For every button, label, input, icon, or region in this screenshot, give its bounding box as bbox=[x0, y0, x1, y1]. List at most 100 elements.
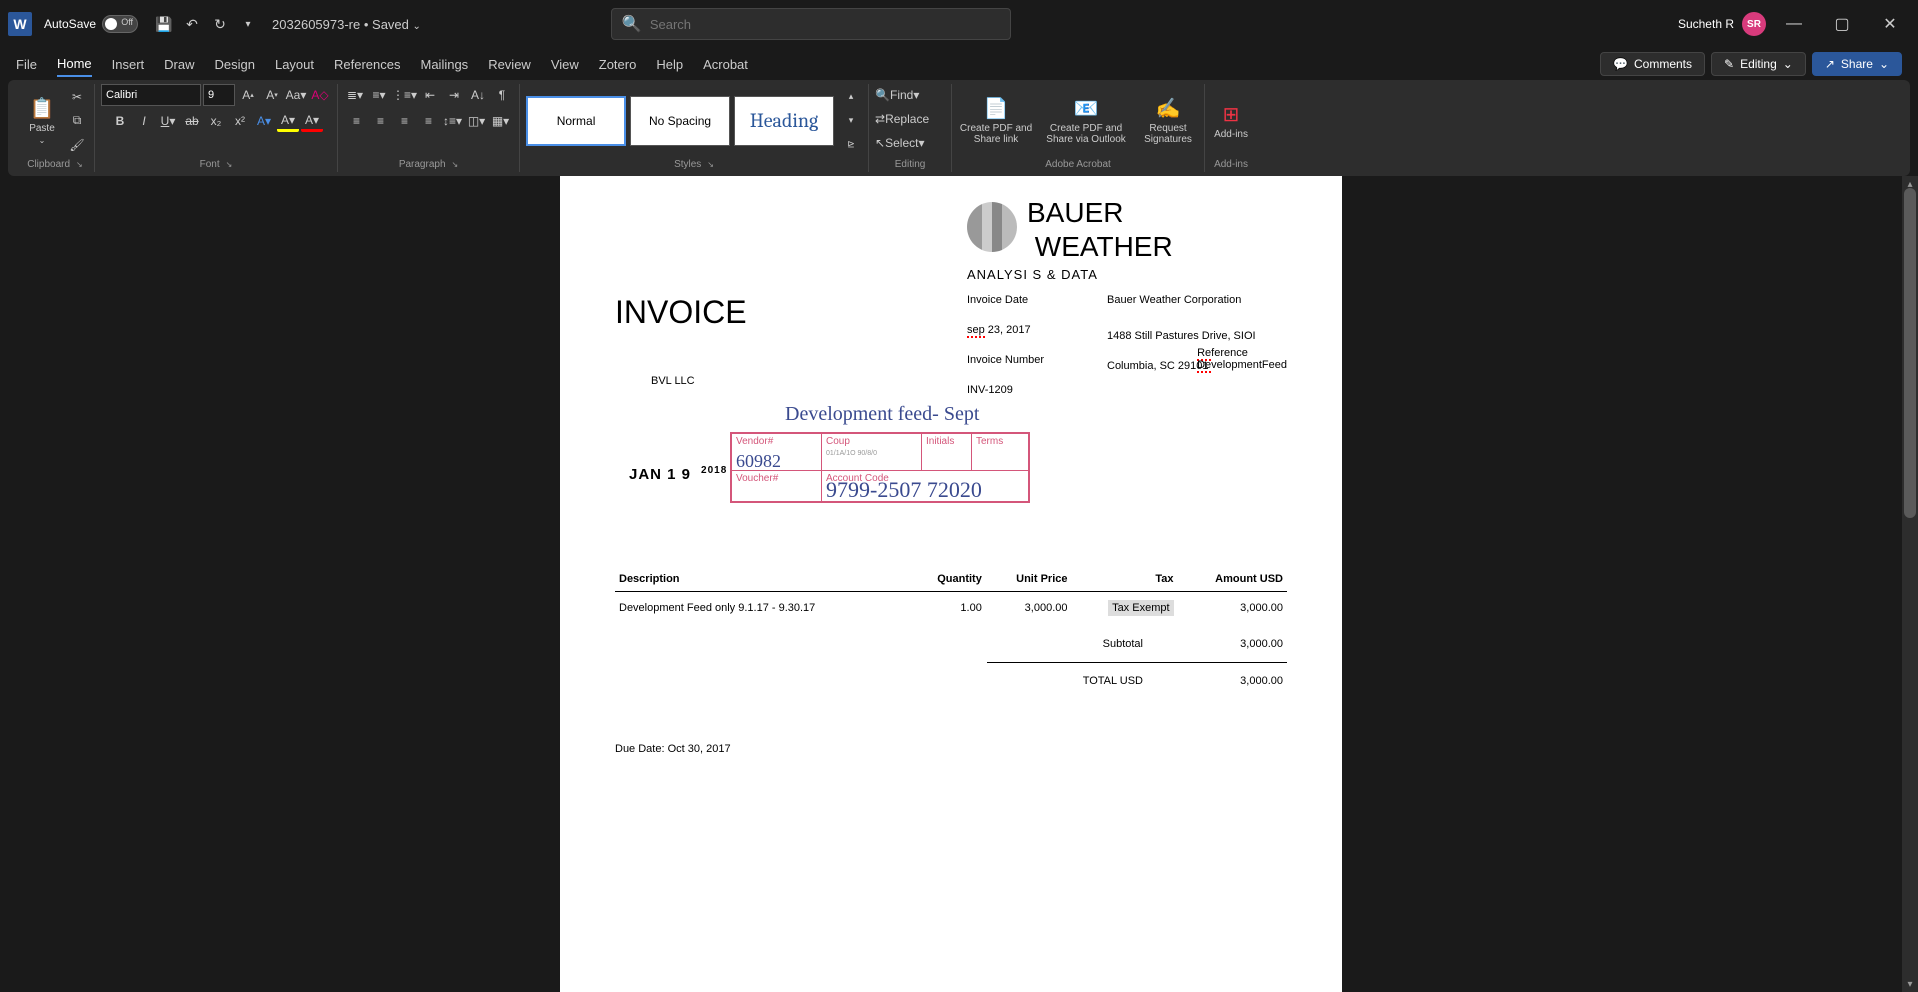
ribbon-group-clipboard: 📋Paste⌄ ✂ ⧉ 🖌 Clipboard↘ bbox=[16, 84, 95, 172]
tab-design[interactable]: Design bbox=[215, 53, 255, 76]
close-button[interactable]: ✕ bbox=[1870, 8, 1910, 40]
cut-icon[interactable]: ✂ bbox=[66, 86, 88, 108]
increase-indent-icon[interactable]: ⇥ bbox=[443, 84, 465, 106]
autosave-toggle[interactable]: Off bbox=[102, 15, 138, 33]
share-outlook-button[interactable]: 📧Create PDF and Share via Outlook bbox=[1038, 89, 1134, 153]
document-name[interactable]: 2032605973-re • Saved ⌄ bbox=[272, 17, 421, 32]
font-size-select[interactable] bbox=[203, 84, 235, 106]
ribbon-group-paragraph: ≣▾ ≡▾ ⋮≡▾ ⇤ ⇥ A↓ ¶ ≡ ≡ ≡ ≡ ↕≡▾ ◫▾ ▦▾ Par… bbox=[338, 84, 520, 172]
scroll-thumb[interactable] bbox=[1904, 188, 1916, 518]
sort-icon[interactable]: A↓ bbox=[467, 84, 489, 106]
tab-mailings[interactable]: Mailings bbox=[421, 53, 469, 76]
redo-icon[interactable]: ↻ bbox=[206, 10, 234, 38]
multilevel-icon[interactable]: ⋮≡▾ bbox=[392, 84, 417, 106]
change-case-icon[interactable]: Aa▾ bbox=[285, 84, 307, 106]
numbering-icon[interactable]: ≡▾ bbox=[368, 84, 390, 106]
tab-zotero[interactable]: Zotero bbox=[599, 53, 637, 76]
paste-button[interactable]: 📋Paste⌄ bbox=[22, 89, 62, 153]
align-center-icon[interactable]: ≡ bbox=[370, 110, 392, 132]
format-painter-icon[interactable]: 🖌 bbox=[66, 134, 88, 156]
maximize-button[interactable]: ▢ bbox=[1822, 8, 1862, 40]
styles-launcher[interactable]: ↘ bbox=[707, 160, 714, 169]
styles-more-icon[interactable]: ⊵ bbox=[840, 134, 862, 156]
share-button[interactable]: ↗ Share ⌄ bbox=[1812, 52, 1902, 76]
bullets-icon[interactable]: ≣▾ bbox=[344, 84, 366, 106]
autosave-label: AutoSave bbox=[44, 17, 96, 31]
undo-icon[interactable]: ↶ bbox=[178, 10, 206, 38]
minimize-button[interactable]: — bbox=[1774, 8, 1814, 40]
editing-mode-button[interactable]: ✎ Editing ⌄ bbox=[1711, 52, 1806, 76]
th-tax: Tax bbox=[1072, 567, 1178, 592]
search-input[interactable] bbox=[650, 17, 1000, 32]
total-row: TOTAL USD 3,000.00 bbox=[615, 669, 1287, 693]
request-signatures-button[interactable]: ✍Request Signatures bbox=[1138, 89, 1198, 153]
handwriting-note: Development feed- Sept bbox=[785, 403, 979, 426]
text-effects-icon[interactable]: A▾ bbox=[253, 110, 275, 132]
qat-customize-icon[interactable]: ▾ bbox=[234, 10, 262, 38]
line-spacing-icon[interactable]: ↕≡▾ bbox=[442, 110, 464, 132]
document-area[interactable]: BAUER WEATHER ANALYSI S & DATA Invoice D… bbox=[0, 176, 1902, 992]
grow-font-icon[interactable]: A▴ bbox=[237, 84, 259, 106]
user-avatar[interactable]: SR bbox=[1742, 12, 1766, 36]
tab-view[interactable]: View bbox=[551, 53, 579, 76]
tab-references[interactable]: References bbox=[334, 53, 400, 76]
tab-home[interactable]: Home bbox=[57, 52, 92, 77]
align-left-icon[interactable]: ≡ bbox=[346, 110, 368, 132]
ribbon-group-font: A▴ A▾ Aa▾ A◇ B I U▾ ab x₂ x² A▾ A▾ A▾ Fo… bbox=[95, 84, 338, 172]
tab-layout[interactable]: Layout bbox=[275, 53, 314, 76]
show-marks-icon[interactable]: ¶ bbox=[491, 84, 513, 106]
addins-button[interactable]: ⊞Add-ins bbox=[1211, 89, 1251, 153]
decrease-indent-icon[interactable]: ⇤ bbox=[419, 84, 441, 106]
titlebar: W AutoSave Off 💾 ↶ ↻ ▾ 2032605973-re • S… bbox=[0, 0, 1918, 48]
underline-icon[interactable]: U▾ bbox=[157, 110, 179, 132]
ribbon-group-styles: Normal No Spacing Heading ▴ ▾ ⊵ Styles↘ bbox=[520, 84, 869, 172]
shrink-font-icon[interactable]: A▾ bbox=[261, 84, 283, 106]
style-heading[interactable]: Heading bbox=[734, 96, 834, 146]
highlight-icon[interactable]: A▾ bbox=[277, 110, 299, 132]
tab-acrobat[interactable]: Acrobat bbox=[703, 53, 748, 76]
vertical-scrollbar[interactable]: ▴ ▾ bbox=[1902, 176, 1918, 992]
strikethrough-icon[interactable]: ab bbox=[181, 110, 203, 132]
search-box[interactable]: 🔍 bbox=[611, 8, 1011, 40]
clear-format-icon[interactable]: A◇ bbox=[309, 84, 331, 106]
italic-icon[interactable]: I bbox=[133, 110, 155, 132]
tab-file[interactable]: File bbox=[16, 53, 37, 76]
subscript-icon[interactable]: x₂ bbox=[205, 110, 227, 132]
copy-icon[interactable]: ⧉ bbox=[66, 110, 88, 132]
save-icon[interactable]: 💾 bbox=[150, 10, 178, 38]
create-pdf-button[interactable]: 📄Create PDF and Share link bbox=[958, 89, 1034, 153]
stamp-area: Reference DevelopmentFeed JAN 1 9 2018 D… bbox=[615, 407, 1287, 527]
scroll-down-icon[interactable]: ▾ bbox=[1902, 976, 1918, 992]
corp-name: Bauer Weather Corporation bbox=[1107, 294, 1287, 306]
ribbon-group-editing: 🔍 Find ▾ ⇄ Replace ↖ Select▾ Editing bbox=[869, 84, 952, 172]
replace-button[interactable]: ⇄ Replace bbox=[875, 108, 945, 130]
tab-insert[interactable]: Insert bbox=[112, 53, 145, 76]
font-launcher[interactable]: ↘ bbox=[226, 160, 233, 169]
superscript-icon[interactable]: x² bbox=[229, 110, 251, 132]
paragraph-launcher[interactable]: ↘ bbox=[452, 160, 459, 169]
comments-button[interactable]: 💬 Comments bbox=[1600, 52, 1705, 76]
document-page[interactable]: BAUER WEATHER ANALYSI S & DATA Invoice D… bbox=[560, 176, 1342, 992]
invoice-date-value: sep 23, 2017 bbox=[967, 324, 1107, 336]
shading-icon[interactable]: ◫▾ bbox=[466, 110, 488, 132]
tab-draw[interactable]: Draw bbox=[164, 53, 194, 76]
tab-help[interactable]: Help bbox=[656, 53, 683, 76]
font-name-select[interactable] bbox=[101, 84, 201, 106]
style-no-spacing[interactable]: No Spacing bbox=[630, 96, 730, 146]
clipboard-launcher[interactable]: ↘ bbox=[76, 160, 83, 169]
font-color-icon[interactable]: A▾ bbox=[301, 110, 323, 132]
style-normal[interactable]: Normal bbox=[526, 96, 626, 146]
select-button[interactable]: ↖ Select▾ bbox=[875, 132, 945, 154]
styles-down-icon[interactable]: ▾ bbox=[840, 110, 862, 132]
table-row: Development Feed only 9.1.17 - 9.30.17 1… bbox=[615, 592, 1287, 625]
justify-icon[interactable]: ≡ bbox=[418, 110, 440, 132]
bold-icon[interactable]: B bbox=[109, 110, 131, 132]
word-app-icon: W bbox=[8, 12, 32, 36]
tab-review[interactable]: Review bbox=[488, 53, 531, 76]
ribbon-group-addins: ⊞Add-ins Add-ins bbox=[1205, 84, 1257, 172]
borders-icon[interactable]: ▦▾ bbox=[490, 110, 512, 132]
user-name[interactable]: Sucheth R bbox=[1678, 17, 1734, 31]
align-right-icon[interactable]: ≡ bbox=[394, 110, 416, 132]
styles-up-icon[interactable]: ▴ bbox=[840, 86, 862, 108]
find-button[interactable]: 🔍 Find ▾ bbox=[875, 84, 945, 106]
